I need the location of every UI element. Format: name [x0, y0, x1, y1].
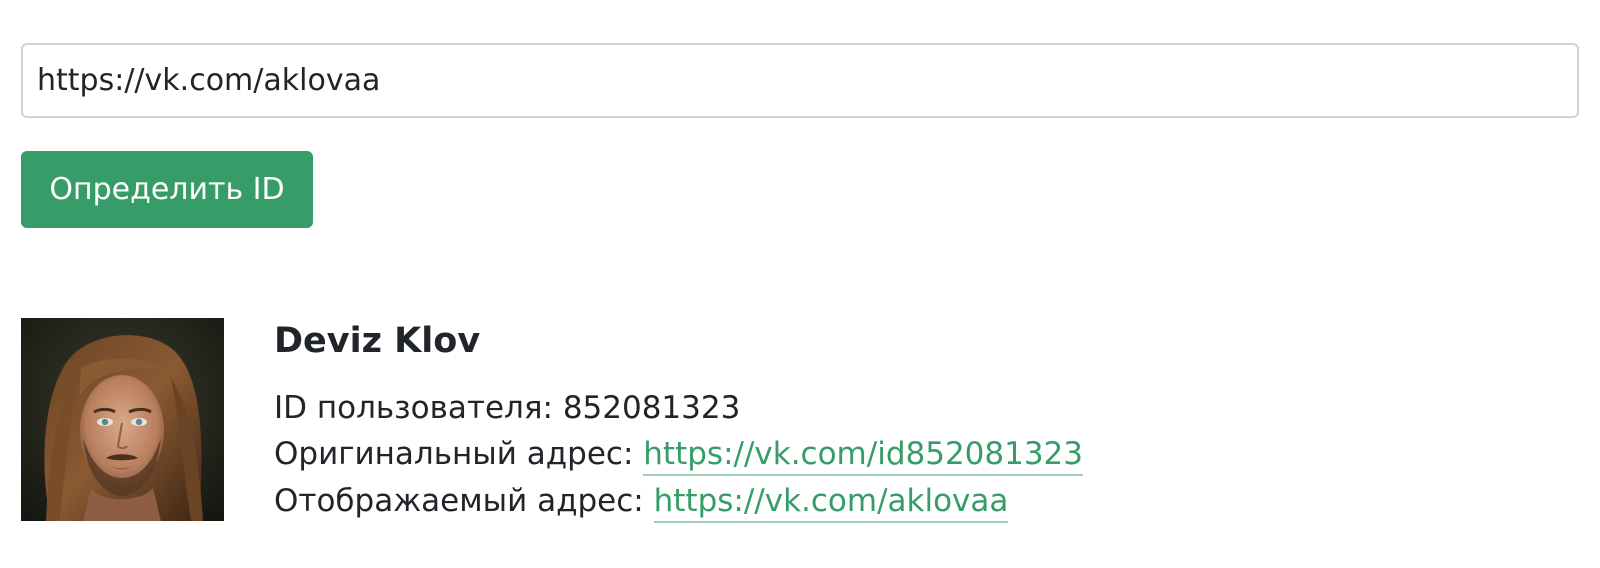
user-avatar[interactable]	[21, 318, 224, 521]
original-address-row: Оригинальный адрес: https://vk.com/id852…	[274, 434, 1084, 476]
user-result-card: Deviz Klov ID пользователя: 852081323 Ор…	[21, 318, 1421, 523]
profile-url-input[interactable]	[21, 43, 1579, 118]
original-address-label: Оригинальный адрес:	[274, 436, 634, 472]
display-address-label: Отображаемый адрес:	[274, 483, 644, 519]
determine-id-button[interactable]: Определить ID	[21, 151, 313, 228]
user-id-label: ID пользователя:	[274, 390, 553, 426]
user-id-value: 852081323	[562, 390, 741, 426]
user-id-row: ID пользователя: 852081323	[274, 388, 740, 428]
user-name: Deviz Klov	[274, 321, 481, 361]
display-address-row: Отображаемый адрес: https://vk.com/aklov…	[274, 481, 1009, 523]
original-address-link[interactable]: https://vk.com/id852081323	[643, 436, 1084, 476]
page: Определить ID	[0, 0, 1600, 568]
avatar-photo-icon	[21, 318, 224, 521]
display-address-link[interactable]: https://vk.com/aklovaa	[653, 483, 1009, 523]
